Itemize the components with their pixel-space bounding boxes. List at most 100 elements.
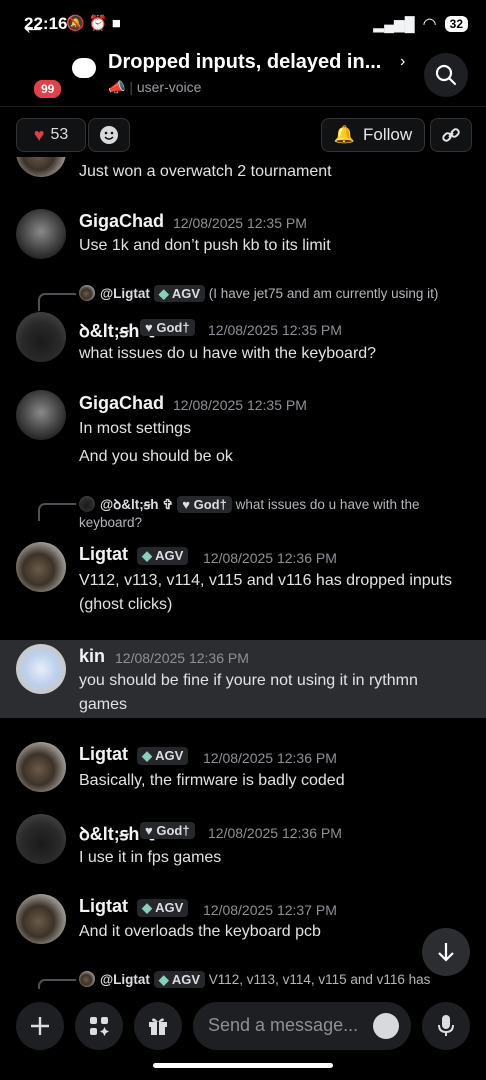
message-body: (ghost clicks) [79, 596, 173, 613]
avatar[interactable] [16, 814, 66, 864]
reply-connector [38, 503, 76, 521]
message-body: In most settings [79, 420, 192, 437]
user-tag: ♥ God† [140, 319, 195, 336]
message-body: Basically, the firmware is badly coded [79, 772, 345, 789]
author-name[interactable]: Ligtat [79, 544, 128, 565]
timestamp: 12/08/2025 12:36 PM [203, 550, 337, 566]
add-attachment-button[interactable] [16, 1002, 64, 1050]
thread-title[interactable]: Dropped inputs, delayed in... [108, 51, 381, 74]
avatar[interactable] [16, 209, 66, 259]
chevron-right-icon[interactable]: › [400, 53, 405, 71]
search-button[interactable] [424, 53, 468, 97]
home-indicator [153, 1063, 333, 1068]
link-icon [442, 128, 460, 142]
message-body: Use 1k and don’t push kb to its limit [79, 237, 331, 254]
message-body: V112, v113, v114, v115 and v116 has drop… [79, 572, 453, 589]
message-body: And it overloads the keyboard pcb [79, 923, 321, 940]
message-input[interactable]: Send a message... [193, 1002, 411, 1050]
user-tag: ♥ God† [177, 496, 232, 513]
megaphone-icon: 📣 [108, 79, 126, 95]
emoji-icon [100, 126, 118, 144]
gem-icon: ◆ [142, 548, 152, 563]
battery-icon: 32 [444, 16, 468, 32]
wifi-icon: ◠ [422, 16, 437, 33]
reply-avatar [79, 285, 95, 301]
author-name[interactable]: GigaChad [79, 211, 164, 232]
follow-label: Follow [363, 125, 413, 144]
gift-icon [149, 1018, 167, 1035]
gem-icon: ◆ [142, 900, 152, 915]
author-name[interactable]: kin [79, 646, 105, 667]
timestamp: 12/08/2025 12:36 PM [115, 650, 249, 666]
avatar[interactable] [16, 742, 66, 792]
heart-icon: ♥ [145, 320, 153, 335]
gem-icon: ◆ [158, 286, 169, 301]
author-name[interactable]: GigaChad [79, 393, 164, 414]
avatar[interactable] [16, 157, 66, 177]
reply-connector [38, 293, 76, 311]
emoji-icon[interactable] [373, 1013, 399, 1039]
user-tag: ◆ AGV [137, 899, 189, 917]
add-reaction-button[interactable] [88, 118, 130, 152]
reply-preview[interactable]: @Ligtat ◆ AGV V112, v113, v114, v115 and… [79, 971, 430, 988]
message-placeholder: Send a message... [208, 1015, 359, 1035]
message-list[interactable]: Just won a overwatch 2 tournament GigaCh… [0, 157, 486, 989]
system-icons: ▂▄▆█ ◠ 32 [373, 14, 468, 34]
user-tag: ◆ AGV [137, 747, 189, 765]
author-name[interactable]: Ligtat [79, 896, 128, 917]
reply-preview[interactable]: @ꝺ&lt;ꞩh ✞ ♥ God† what issues do u have … [79, 495, 419, 513]
scroll-to-bottom-button[interactable] [422, 928, 470, 976]
author-name[interactable]: Ligtat [79, 744, 128, 765]
timestamp: 12/08/2025 12:35 PM [208, 322, 342, 338]
message-body: games [79, 696, 128, 713]
heart-icon: ♥ [33, 124, 45, 145]
reply-preview[interactable]: @Ligtat ◆ AGV (I have jet75 and am curre… [79, 285, 438, 302]
message-body: I use it in fps games [79, 849, 222, 866]
message-body: Just won a overwatch 2 tournament [79, 163, 332, 180]
heart-icon: ♥ [182, 497, 190, 512]
back-icon[interactable]: ← [20, 10, 46, 41]
reply-avatar [79, 971, 95, 987]
gem-icon: ◆ [158, 972, 169, 987]
status-icons: 🔕 ⏰ ■ [66, 15, 121, 32]
arrow-down-icon [438, 943, 454, 962]
apps-button[interactable] [75, 1002, 123, 1050]
message-body: you should be fine if youre not using it… [79, 672, 418, 689]
follow-button[interactable]: 🔔 Follow [321, 118, 425, 152]
timestamp: 12/08/2025 12:36 PM [208, 825, 342, 841]
timestamp: 12/08/2025 12:36 PM [203, 750, 337, 766]
chat-bubble-icon [72, 58, 96, 78]
timestamp: 12/08/2025 12:35 PM [173, 397, 307, 413]
avatar[interactable] [16, 894, 66, 944]
reaction-count: 53 [50, 126, 69, 143]
avatar[interactable] [16, 390, 66, 440]
heart-icon: ♥ [145, 823, 153, 838]
heart-reaction-button[interactable]: ♥ 53 [16, 118, 86, 152]
timestamp: 12/08/2025 12:37 PM [203, 902, 337, 918]
copy-link-button[interactable] [430, 118, 472, 152]
avatar[interactable] [16, 542, 66, 592]
user-tag: ◆ AGV [137, 547, 189, 565]
microphone-icon [438, 1015, 454, 1036]
reply-connector [38, 979, 76, 989]
unread-badge: 99 [32, 78, 64, 100]
avatar[interactable] [16, 312, 66, 362]
avatar[interactable] [16, 644, 66, 694]
reply-preview-cont: keyboard? [79, 515, 143, 530]
signal-icon: ▂▄▆█ [373, 15, 415, 32]
search-icon [435, 64, 457, 86]
bell-icon: 🔔 [333, 125, 356, 144]
message-body: And you should be ok [79, 448, 233, 465]
user-tag: ♥ God† [140, 822, 195, 839]
voice-message-button[interactable] [422, 1002, 470, 1050]
gem-icon: ◆ [142, 748, 152, 763]
gift-button[interactable] [134, 1002, 182, 1050]
channel-name[interactable]: 📣 | user-voice [108, 79, 201, 96]
status-bar: 22:16 🔕 ⏰ ■ ▂▄▆█ ◠ 32 [0, 0, 486, 50]
plus-icon [31, 1017, 49, 1035]
message-body: what issues do u have with the keyboard? [79, 345, 377, 362]
timestamp: 12/08/2025 12:35 PM [173, 215, 307, 231]
reply-avatar [79, 496, 95, 512]
sparkle-apps-icon [90, 1017, 109, 1036]
header-divider [0, 106, 486, 107]
